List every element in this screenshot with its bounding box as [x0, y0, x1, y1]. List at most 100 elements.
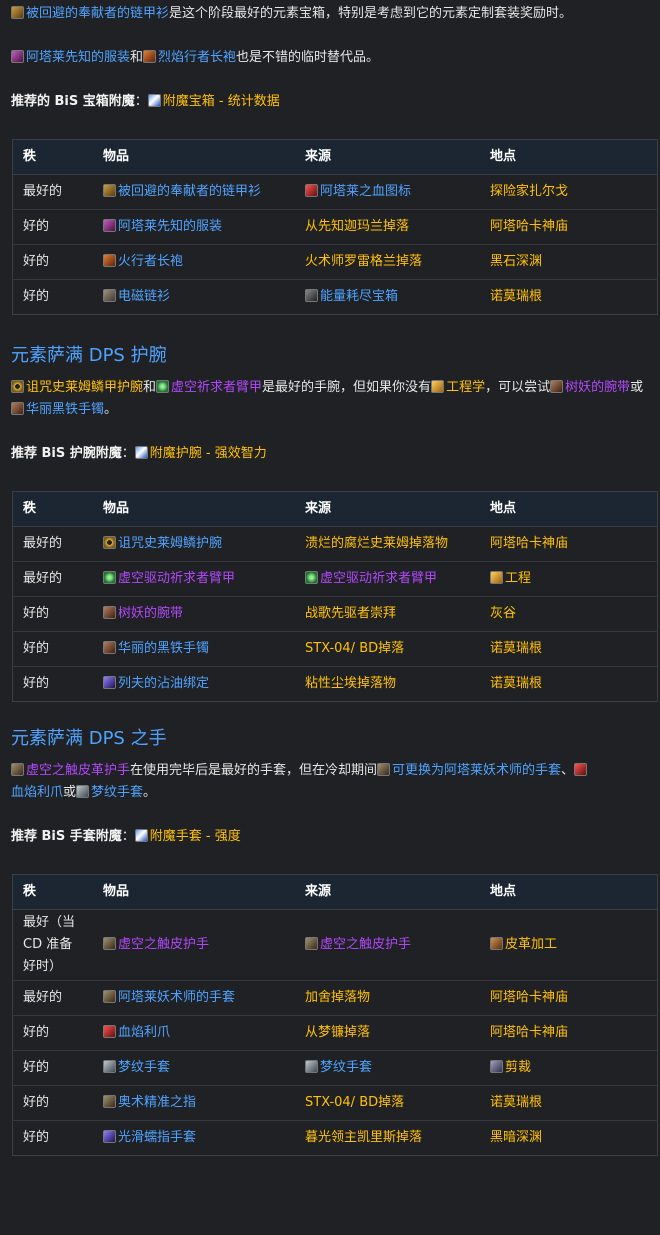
source-cell: 加舍掉落物	[295, 980, 480, 1016]
item-link[interactable]: 血焰利爪	[118, 1025, 170, 1040]
wrist-heading: 元素萨满 DPS 护腕	[11, 345, 167, 366]
item-link-void-bracers[interactable]: 虚空祈求者臂甲	[171, 380, 262, 395]
source-text[interactable]: 虚空之触皮护手	[320, 937, 411, 952]
location-link[interactable]: 剪裁	[505, 1060, 531, 1075]
enchant-scroll-icon	[134, 446, 148, 459]
location-cell: 阿塔哈卡神庙	[480, 526, 658, 562]
source-text: 战歌先驱者崇拜	[305, 606, 397, 621]
rank-cell: 好的	[12, 666, 93, 702]
item-link-dreamweave-gloves[interactable]: 梦纹手套	[91, 785, 143, 800]
item-link-chainmail[interactable]: 被回避的奉献者的链甲衫	[26, 6, 169, 21]
rank-cell: 好的	[12, 1085, 93, 1121]
location-link[interactable]: 阿塔哈卡神庙	[490, 219, 568, 234]
source-cell: 火术师罗雷格兰掉落	[295, 244, 480, 280]
item-link-voidtouched-gloves[interactable]: 虚空之触皮革护手	[26, 763, 130, 778]
enchant-link-bracer[interactable]: 附魔护腕 - 强效智力	[150, 446, 267, 461]
item-cell: 被回避的奉献者的链甲衫	[93, 174, 295, 210]
leather-icon	[490, 937, 503, 950]
enchant-link-chest[interactable]: 附魔宝箱 - 统计数据	[163, 94, 280, 109]
source-text[interactable]: 阿塔莱之血图标	[320, 184, 411, 199]
location-link[interactable]: 阿塔哈卡神庙	[490, 536, 568, 551]
source-text[interactable]: 虚空驱动祈求者臂甲	[320, 571, 437, 586]
location-link[interactable]: 诺莫瑞根	[490, 1095, 542, 1110]
source-text[interactable]: 梦纹手套	[320, 1060, 372, 1075]
table-row: 最好的 阿塔莱妖术师的手套 加舍掉落物 阿塔哈卡神庙	[12, 980, 658, 1016]
source-text: 从先知迦玛兰掉落	[305, 219, 410, 234]
table-row: 好的 光滑蠕指手套 暮光领主凯里斯掉落 黑暗深渊	[12, 1120, 658, 1156]
item-cell: 奥术精准之指	[93, 1085, 295, 1121]
item-cell: 列夫的沾油绑定	[93, 666, 295, 702]
source-text[interactable]: 能量耗尽宝箱	[320, 289, 398, 304]
source-text: 粘性尘埃掉落物	[305, 676, 397, 691]
location-link[interactable]: 黑暗深渊	[490, 1130, 542, 1145]
source-cell: 从先知迦玛兰掉落	[295, 209, 480, 245]
source-cell: 战歌先驱者崇拜	[295, 596, 480, 632]
wrist-text: 是最好的手腕，但如果你没有	[262, 380, 432, 395]
item-link-bloodflame-claws[interactable]: 血焰利爪	[11, 785, 63, 800]
location-link[interactable]: 诺莫瑞根	[490, 641, 542, 656]
enchant-scroll-icon	[147, 94, 161, 107]
item-link[interactable]: 诅咒史莱姆鳞护腕	[118, 536, 222, 551]
item-cell: 血焰利爪	[93, 1015, 295, 1051]
fire-robe-icon	[143, 50, 157, 63]
chest-table: 秩 物品 来源 地点 最好的 被回避的奉献者的链甲衫 阿塔莱之血图标 探险家扎尔戈 好的…	[12, 139, 658, 315]
source-cell: STX-04/ BD掉落	[295, 1085, 480, 1121]
item-link-ornate-bracelet[interactable]: 华丽黑铁手镯	[26, 402, 104, 417]
item-link[interactable]: 阿塔莱妖术师的手套	[118, 990, 235, 1005]
item-link[interactable]: 虚空驱动祈求者臂甲	[118, 571, 235, 586]
violet-icon	[103, 676, 116, 689]
box-icon	[305, 289, 318, 302]
item-link[interactable]: 电磁链衫	[118, 289, 170, 304]
location-link[interactable]: 黑石深渊	[490, 254, 542, 269]
intro-text-2: 也是不错的临时替代品。	[236, 50, 380, 65]
location-link[interactable]: 灰谷	[490, 606, 516, 621]
location-link[interactable]: 皮革加工	[505, 937, 557, 952]
green-icon	[305, 571, 318, 584]
location-link[interactable]: 阿塔哈卡神庙	[490, 1025, 568, 1040]
bracer-icon	[11, 380, 24, 393]
hands-text: 在使用完毕后是最好的手套，但在冷却期间	[130, 763, 378, 778]
item-link-hexer-gloves[interactable]: 可更换为阿塔莱妖术师的手套	[392, 763, 561, 778]
source-text: 溃烂的腐烂史莱姆掉落物	[305, 536, 449, 551]
location-link[interactable]: 诺莫瑞根	[490, 676, 542, 691]
item-link-dryad-wristbands[interactable]: 树妖的腕带	[565, 380, 630, 395]
location-link[interactable]: 诺莫瑞根	[490, 289, 542, 304]
location-link[interactable]: 阿塔哈卡神庙	[490, 990, 568, 1005]
item-link[interactable]: 列夫的沾油绑定	[118, 676, 209, 691]
hands-table: 秩 物品 来源 地点 最好（当CD 准备好时） 虚空之触皮护手 虚空之触皮护手 皮革加…	[12, 874, 658, 1156]
item-link-prophet-robe[interactable]: 阿塔莱先知的服装	[26, 50, 130, 65]
table-row: 好的 阿塔莱先知的服装 从先知迦玛兰掉落 阿塔哈卡神庙	[12, 209, 658, 245]
location-cell: 阿塔哈卡神庙	[480, 1015, 658, 1051]
item-link-ooze-bracers[interactable]: 诅咒史莱姆鳞甲护腕	[26, 380, 143, 395]
col-item: 物品	[93, 491, 295, 527]
source-cell: 虚空驱动祈求者臂甲	[295, 561, 480, 597]
item-link[interactable]: 火行者长袍	[118, 254, 183, 269]
wrist-text-2: ，可以尝试	[485, 380, 551, 395]
table-row: 最好的 诅咒史莱姆鳞护腕 溃烂的腐烂史莱姆掉落物 阿塔哈卡神庙	[12, 526, 658, 562]
location-link[interactable]: 工程	[505, 571, 531, 586]
enchant-link-gloves[interactable]: 附魔手套 - 强度	[150, 829, 241, 844]
source-text: 火术师罗雷格兰掉落	[305, 254, 423, 269]
item-link[interactable]: 光滑蠕指手套	[118, 1130, 196, 1145]
bis-label: 推荐 BiS 手套附魔	[11, 829, 122, 844]
item-link[interactable]: 虚空之触皮护手	[118, 937, 209, 952]
location-link[interactable]: 探险家扎尔戈	[490, 184, 568, 199]
item-link[interactable]: 阿塔莱先知的服装	[118, 219, 222, 234]
or-text: 或	[63, 785, 77, 800]
item-link[interactable]: 奥术精准之指	[118, 1095, 196, 1110]
profession-link-engineering[interactable]: 工程学	[446, 380, 485, 395]
col-rank: 秩	[12, 139, 93, 175]
item-link[interactable]: 华丽的黑铁手镯	[118, 641, 209, 656]
item-cell: 虚空驱动祈求者臂甲	[93, 561, 295, 597]
item-cell: 虚空之触皮护手	[93, 909, 295, 981]
item-link[interactable]: 被回避的奉献者的链甲衫	[118, 184, 261, 199]
location-cell: 诺莫瑞根	[480, 666, 658, 702]
source-text: 暮光领主凯里斯掉落	[305, 1130, 423, 1145]
item-link[interactable]: 树妖的腕带	[118, 606, 183, 621]
or-text: 或	[630, 380, 644, 395]
chain-icon	[103, 289, 116, 302]
and-text: 和	[130, 50, 144, 65]
item-link[interactable]: 梦纹手套	[118, 1060, 170, 1075]
item-link-flamewalker-robe[interactable]: 烈焰行者长袍	[158, 50, 236, 65]
brown-icon	[103, 606, 116, 619]
